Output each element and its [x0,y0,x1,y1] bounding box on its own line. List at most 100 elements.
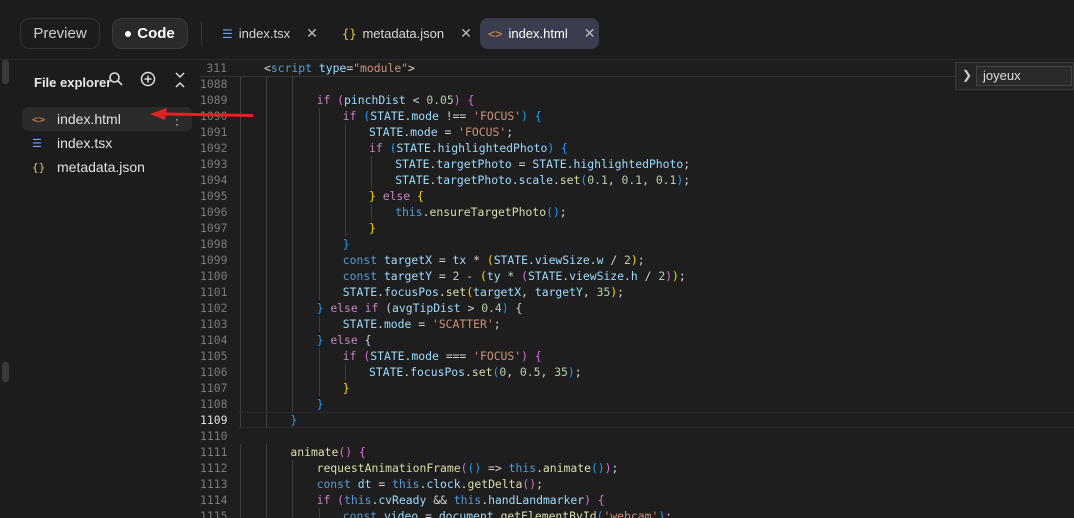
close-icon[interactable]: ✕ [306,25,318,42]
tab-label: metadata.json [362,26,445,41]
tab-label: index.tsx [238,26,291,41]
list-icon: ☰ [32,136,42,150]
code-line[interactable]: 1089 if (pinchDist < 0.05) { [200,92,1074,108]
code-line[interactable]: 1091 STATE.mode = 'FOCUS'; [200,124,1074,140]
line-code: const video = document.getElementById('w… [342,509,673,518]
line-code: } [316,397,324,411]
find-input[interactable]: joyeux [976,66,1072,86]
code-editor[interactable]: 311 <script type="module"> 1088 1089 if (p… [200,60,1074,518]
line-code: STATE.mode = 'SCATTER'; [342,317,501,331]
line-number: 1106 [200,365,228,379]
line-number: 1096 [200,205,228,219]
line-code: if (STATE.highlightedPhoto) { [369,141,568,155]
code-line[interactable]: 1094 STATE.targetPhoto.scale.set(0.1, 0.1… [200,172,1074,188]
line-code: if (STATE.mode === 'FOCUS') { [342,349,542,363]
code-line[interactable]: 1098} [200,236,1074,252]
line-code: STATE.focusPos.set(0, 0.5, 35); [369,365,582,379]
code-line[interactable]: 1103 STATE.mode = 'SCATTER'; [200,316,1074,332]
line-code: STATE.targetPhoto = STATE.highlightedPho… [395,157,691,171]
line-number: 1088 [200,77,228,91]
line-code: if (this.cvReady && this.handLandmarker)… [316,493,605,507]
code-line[interactable]: 1093 STATE.targetPhoto = STATE.highlighte… [200,156,1074,172]
code-line[interactable]: 1096 this.ensureTargetPhoto(); [200,204,1074,220]
code-line[interactable]: 1092 if (STATE.highlightedPhoto) { [200,140,1074,156]
line-code: } [342,381,350,395]
line-number: 1093 [200,157,228,171]
line-code: STATE.focusPos.set(targetX, targetY, 35)… [342,285,625,299]
line-number: 1101 [200,285,228,299]
line-code: } [342,237,350,251]
code-line[interactable]: 1097} [200,220,1074,236]
code-line[interactable]: 1090if (STATE.mode !== 'FOCUS') { [200,108,1074,124]
line-code: } else { [369,189,424,203]
search-icon[interactable] [106,71,126,92]
code-line[interactable]: 1114 if (this.cvReady && this.handLandmar… [200,492,1074,508]
braces-icon: {} [342,26,357,41]
code-line[interactable]: 1112 requestAnimationFrame(() => this.ani… [200,460,1074,476]
line-number: 1097 [200,221,228,235]
code-line[interactable]: 1104 } else { [200,332,1074,348]
scrollbar-thumb[interactable] [2,60,9,84]
sticky-code: <script type="module"> [264,61,415,75]
line-code: if (pinchDist < 0.05) { [316,93,475,107]
line-number: 1111 [200,445,228,459]
close-icon[interactable]: ✕ [460,25,472,42]
code-line[interactable]: 1088 [200,76,1074,92]
add-file-icon[interactable] [138,71,158,92]
explorer-title: File explorer [34,75,112,90]
line-code: } [290,413,298,427]
code-line[interactable]: 1115 const video = document.getElementByI… [200,508,1074,518]
tab-index-tsx[interactable]: ☰ index.tsx ✕ [214,18,326,49]
line-number: 1092 [200,141,228,155]
code-line[interactable]: 1109} [200,412,1074,428]
preview-button[interactable]: Preview [20,18,100,49]
close-icon[interactable]: ✕ [584,25,596,42]
code-button[interactable]: Code [112,18,188,49]
code-line[interactable]: 1108} [200,396,1074,412]
html-icon: <> [488,26,503,41]
line-number: 1113 [200,477,228,491]
line-number: 1095 [200,189,228,203]
braces-icon: {} [32,160,46,174]
code-line[interactable]: 1110 [200,428,1074,444]
tab-index-html[interactable]: <> index.html ✕ [480,18,599,49]
scrollbar-thumb[interactable] [2,362,9,382]
file-item-metadata-json[interactable]: {} metadata.json [22,155,192,179]
sticky-scroll-header[interactable]: 311 <script type="module"> [200,60,1074,77]
file-item-index-tsx[interactable]: ☰ index.tsx [22,131,192,155]
line-code: requestAnimationFrame(() => this.animate… [316,461,619,475]
code-line[interactable]: 1102} else if (avgTipDist > 0.4) { [200,300,1074,316]
list-icon: ☰ [222,26,233,41]
preview-label: Preview [33,25,87,42]
code-line[interactable]: 1101 STATE.focusPos.set(targetX, targetY,… [200,284,1074,300]
code-label: Code [137,25,175,42]
code-line[interactable]: 1113 const dt = this.clock.getDelta(); [200,476,1074,492]
line-code: animate() { [290,445,366,459]
line-number: 1091 [200,125,228,139]
file-label: index.tsx [57,135,113,151]
code-line[interactable]: 1099 const targetX = tx * (STATE.viewSize… [200,252,1074,268]
code-line[interactable]: 1107} [200,380,1074,396]
code-line[interactable]: 1106 STATE.focusPos.set(0, 0.5, 35); [200,364,1074,380]
line-number: 1104 [200,333,228,347]
code-line[interactable]: 1105 if (STATE.mode === 'FOCUS') { [200,348,1074,364]
line-number: 311 [206,61,227,75]
code-line[interactable]: 1111 animate() { [200,444,1074,460]
line-number: 1094 [200,173,228,187]
collapse-icon[interactable] [170,71,190,94]
tab-metadata-json[interactable]: {} metadata.json ✕ [334,18,480,49]
line-number: 1105 [200,349,228,363]
line-code: } [369,221,376,235]
code-line[interactable]: 1095 } else { [200,188,1074,204]
code-line[interactable]: 1100 const targetY = 2 - (ty * (STATE.vie… [200,268,1074,284]
line-number: 1100 [200,269,228,283]
line-number: 1098 [200,237,228,251]
line-code: this.ensureTargetPhoto(); [395,205,567,219]
find-widget: ❯ joyeux [955,62,1074,90]
divider [201,22,202,46]
line-code: } else { [316,333,372,347]
line-number: 1107 [200,381,228,395]
chevron-right-icon[interactable]: ❯ [962,68,972,82]
html-icon: <> [32,112,46,126]
line-number: 1114 [200,493,228,507]
